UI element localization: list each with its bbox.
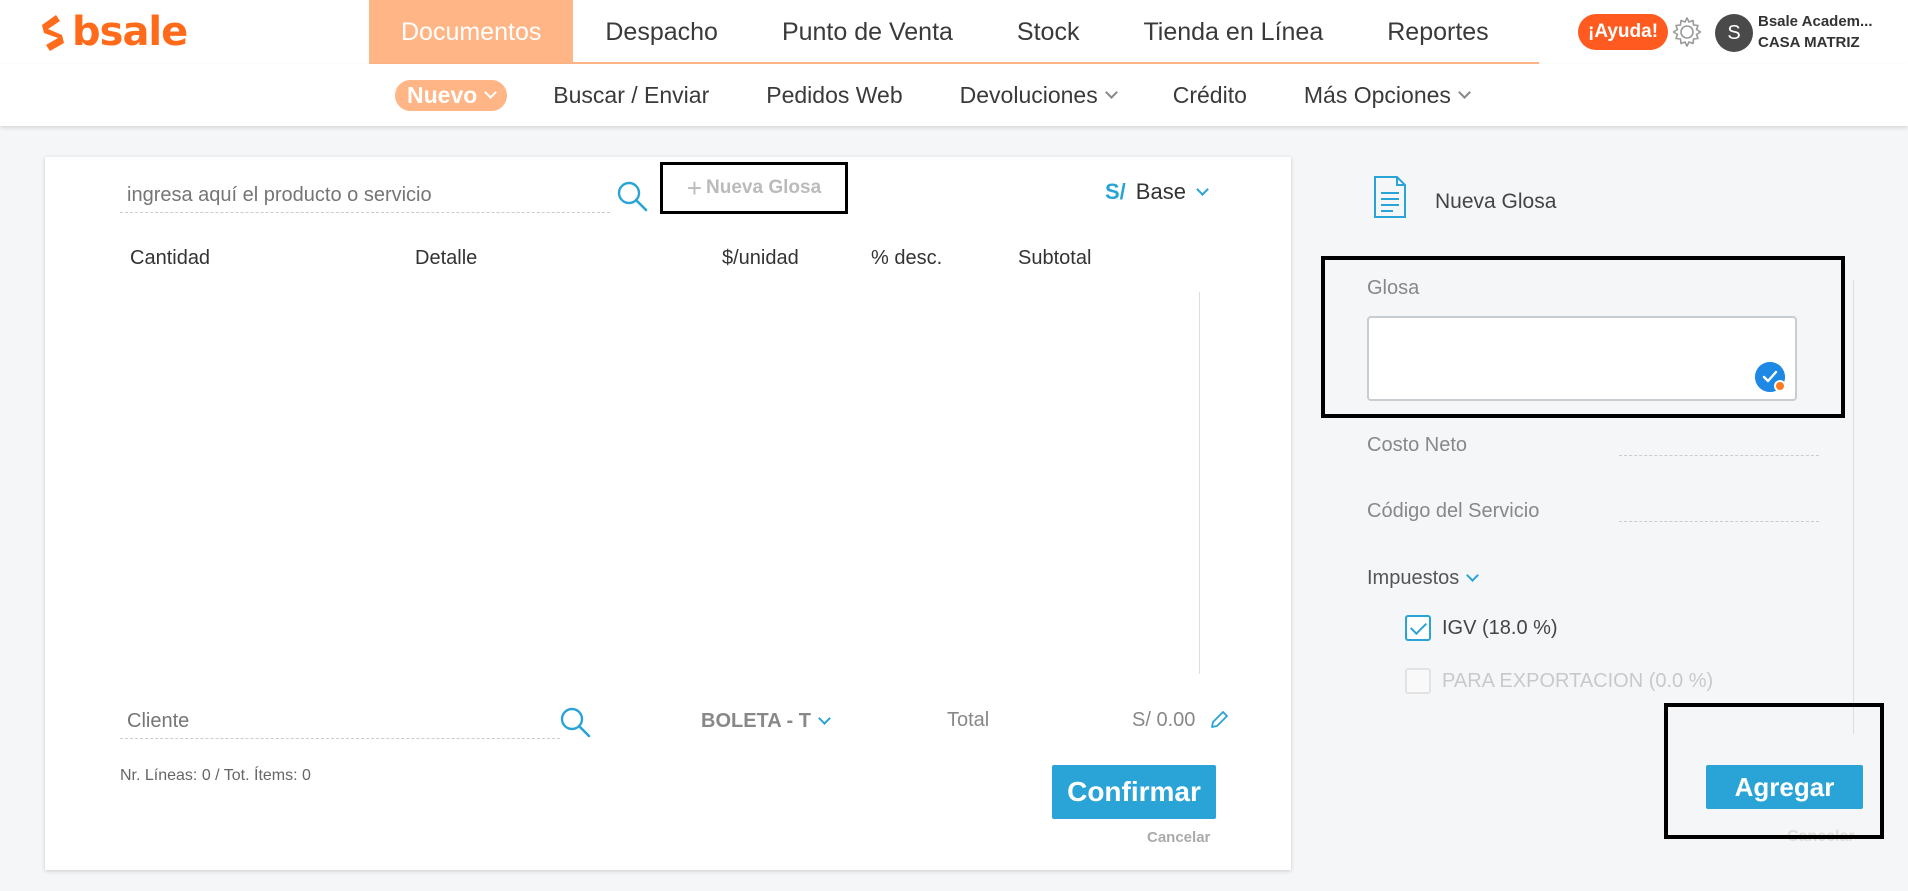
document-type-selector[interactable]: BOLETA - T bbox=[701, 710, 831, 733]
nav-documentos[interactable]: Documentos bbox=[369, 0, 574, 64]
avatar[interactable]: S bbox=[1715, 14, 1753, 52]
tax-igv-checkbox[interactable] bbox=[1405, 615, 1431, 641]
user-name[interactable]: Bsale Academ... bbox=[1758, 13, 1873, 30]
price-list-selector[interactable]: S/ Base bbox=[1105, 179, 1209, 205]
help-button[interactable]: ¡Ayuda! bbox=[1578, 14, 1669, 50]
net-cost-input[interactable] bbox=[1619, 455, 1819, 456]
gloss-textarea[interactable] bbox=[1367, 316, 1797, 401]
gloss-label: Glosa bbox=[1367, 277, 1420, 299]
document-card: + Nueva Glosa S/ Base Cantidad Detalle $… bbox=[45, 157, 1291, 870]
taxes-toggle[interactable]: Impuestos bbox=[1367, 567, 1480, 590]
subnav-buscar-enviar[interactable]: Buscar / Enviar bbox=[553, 82, 709, 109]
subnav-mas-opciones-label: Más Opciones bbox=[1303, 81, 1451, 108]
chevron-down-icon bbox=[1466, 569, 1480, 582]
panel-divider bbox=[1853, 280, 1854, 734]
currency-symbol: S/ bbox=[1105, 179, 1126, 204]
subnav-credito-label: Crédito bbox=[1172, 81, 1247, 108]
search-icon[interactable] bbox=[615, 179, 649, 213]
subnav-nuevo-label: Nuevo bbox=[407, 81, 478, 108]
tax-export-label: PARA EXPORTACION (0.0 %) bbox=[1442, 670, 1714, 692]
user-branch[interactable]: CASA MATRIZ bbox=[1758, 34, 1860, 51]
nav-stock[interactable]: Stock bbox=[985, 0, 1112, 64]
cancel-link[interactable]: Cancelar bbox=[1147, 829, 1210, 846]
subnav-credito[interactable]: Crédito bbox=[1173, 82, 1247, 109]
column-header-detalle: Detalle bbox=[415, 247, 478, 269]
status-dot-icon bbox=[1774, 380, 1786, 392]
new-gloss-label: Nueva Glosa bbox=[706, 177, 822, 198]
chevron-down-icon bbox=[1196, 182, 1209, 196]
column-header-unit-price: $/unidad bbox=[722, 247, 799, 269]
pencil-icon[interactable] bbox=[1208, 709, 1230, 731]
service-code-label: Código del Servicio bbox=[1367, 500, 1540, 522]
sub-nav: Nuevo Buscar / Enviar Pedidos Web Devolu… bbox=[395, 64, 1526, 126]
main-nav: Documentos Despacho Punto de Venta Stock… bbox=[369, 0, 1521, 64]
client-input[interactable] bbox=[120, 705, 550, 737]
nav-tienda-en-linea[interactable]: Tienda en Línea bbox=[1111, 0, 1355, 64]
tax-igv-label: IGV (18.0 %) bbox=[1442, 617, 1558, 639]
total-label: Total bbox=[947, 709, 990, 731]
sub-navbar: Nuevo Buscar / Enviar Pedidos Web Devolu… bbox=[0, 64, 1908, 126]
chevron-down-icon bbox=[1458, 85, 1471, 99]
lines-summary: Nr. Líneas: 0 / Tot. Ítems: 0 bbox=[120, 767, 311, 784]
add-button[interactable]: Agregar bbox=[1706, 765, 1863, 809]
document-icon bbox=[1374, 176, 1406, 218]
net-cost-label: Costo Neto bbox=[1367, 434, 1468, 456]
subnav-devoluciones-label: Devoluciones bbox=[959, 81, 1098, 108]
total-value: S/ 0.00 bbox=[1132, 709, 1196, 731]
bsale-logo[interactable]: bsale bbox=[38, 9, 188, 55]
top-navbar: bsale Documentos Despacho Punto de Venta… bbox=[0, 0, 1908, 64]
brand-name: bsale bbox=[72, 9, 188, 55]
subnav-pedidos-web[interactable]: Pedidos Web bbox=[766, 82, 902, 109]
subnav-mas-opciones[interactable]: Más Opciones bbox=[1303, 81, 1471, 109]
column-header-subtotal: Subtotal bbox=[1018, 247, 1092, 269]
service-code-input[interactable] bbox=[1619, 521, 1819, 522]
nav-reportes[interactable]: Reportes bbox=[1355, 0, 1520, 64]
product-search-field bbox=[120, 179, 610, 213]
bsale-logo-icon bbox=[42, 15, 64, 51]
nav-punto-de-venta[interactable]: Punto de Venta bbox=[750, 0, 985, 64]
plus-icon: + bbox=[686, 173, 703, 203]
chevron-down-icon bbox=[484, 85, 498, 99]
chevron-down-icon bbox=[818, 712, 831, 725]
column-header-discount: % desc. bbox=[871, 247, 943, 269]
client-field bbox=[120, 705, 560, 739]
search-icon[interactable] bbox=[558, 705, 592, 739]
confirm-button[interactable]: Confirmar bbox=[1052, 765, 1216, 819]
column-header-cantidad: Cantidad bbox=[130, 247, 211, 269]
subnav-nuevo[interactable]: Nuevo bbox=[395, 79, 508, 111]
product-search-input[interactable] bbox=[120, 179, 590, 211]
chevron-down-icon bbox=[1104, 85, 1118, 99]
subnav-buscar-enviar-label: Buscar / Enviar bbox=[553, 81, 710, 108]
tax-export-checkbox[interactable] bbox=[1405, 668, 1431, 694]
subnav-pedidos-web-label: Pedidos Web bbox=[766, 81, 903, 108]
nav-despacho[interactable]: Despacho bbox=[573, 0, 750, 64]
new-gloss-button[interactable]: + Nueva Glosa bbox=[660, 162, 848, 214]
items-area-divider bbox=[1199, 292, 1200, 674]
panel-title: Nueva Glosa bbox=[1435, 190, 1557, 213]
taxes-label: Impuestos bbox=[1367, 567, 1460, 589]
gear-icon[interactable] bbox=[1670, 15, 1704, 49]
price-list-label: Base bbox=[1135, 179, 1186, 204]
document-type-label: BOLETA - T bbox=[701, 710, 811, 732]
subnav-devoluciones[interactable]: Devoluciones bbox=[959, 81, 1118, 109]
